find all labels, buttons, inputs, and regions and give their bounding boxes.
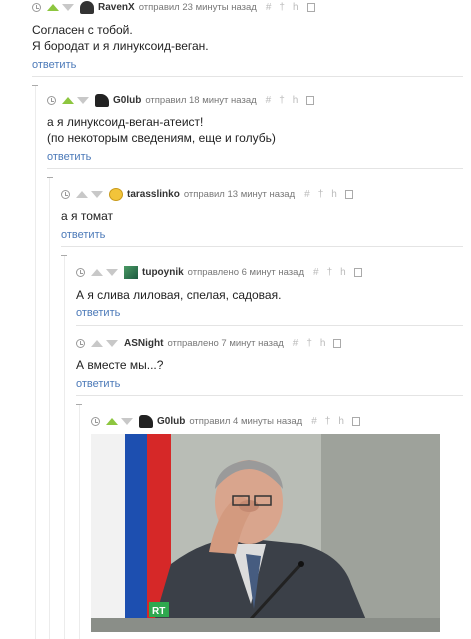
upvote-icon[interactable] — [76, 190, 88, 198]
save-icon[interactable] — [351, 416, 360, 426]
downvote-icon[interactable] — [62, 3, 74, 11]
hash-icon[interactable]: # — [311, 416, 317, 427]
upvote-icon[interactable] — [91, 268, 103, 276]
collapse-icon[interactable] — [32, 85, 38, 86]
reply-link[interactable]: ответить — [47, 151, 91, 163]
hash-icon[interactable]: # — [293, 338, 299, 349]
h-icon[interactable]: h — [338, 416, 344, 427]
reply-link[interactable]: ответить — [76, 378, 120, 390]
h-icon[interactable]: h — [293, 95, 299, 106]
dagger-icon[interactable]: † — [327, 267, 333, 278]
dagger-icon[interactable]: † — [279, 95, 285, 106]
collapse-icon[interactable] — [61, 255, 67, 256]
clock-icon[interactable] — [47, 95, 56, 105]
reply-link[interactable]: ответить — [76, 307, 120, 319]
comment-meta: отправил 23 минуты назад — [138, 1, 257, 13]
comment-meta: отправлено 7 минут назад — [167, 337, 284, 349]
thread-line — [35, 86, 36, 639]
username[interactable]: G0lub — [113, 95, 141, 106]
username[interactable]: ASNight — [124, 338, 163, 349]
divider — [76, 395, 463, 396]
thread-line — [79, 404, 80, 639]
comment-meta: отправил 13 минут назад — [183, 188, 296, 200]
username[interactable]: G0lub — [157, 416, 185, 427]
thread-line — [64, 256, 65, 639]
save-icon[interactable] — [353, 267, 362, 277]
comment-text-line: а я томат — [61, 209, 114, 223]
collapse-icon[interactable] — [47, 177, 53, 178]
comment-text-line: а я линуксоид-веган-атеист! — [47, 115, 204, 129]
downvote-icon[interactable] — [91, 190, 103, 198]
divider — [76, 325, 463, 326]
divider — [32, 76, 463, 77]
downvote-icon[interactable] — [121, 417, 133, 425]
comment-text-line: А я слива лиловая, спелая, садовая. — [76, 288, 282, 302]
divider — [47, 168, 463, 169]
username[interactable]: RavenX — [98, 2, 135, 13]
hash-icon[interactable]: # — [266, 2, 272, 13]
comment-meta: отправил 4 минуты назад — [189, 415, 303, 427]
comment-meta: отправил 18 минут назад — [145, 94, 257, 106]
comment-text-line: Я бородат и я линуксоид-веган. — [32, 39, 209, 53]
comment-text-line: (по некоторым сведениям, еще и голубь) — [47, 131, 276, 145]
avatar[interactable] — [124, 265, 138, 279]
upvote-icon[interactable] — [106, 417, 118, 425]
save-icon[interactable] — [344, 189, 353, 199]
downvote-icon[interactable] — [106, 339, 118, 347]
upvote-icon[interactable] — [91, 339, 103, 347]
dagger-icon[interactable]: † — [306, 338, 312, 349]
upvote-icon[interactable] — [62, 96, 74, 104]
comment-text-line: Согласен с тобой. — [32, 23, 133, 37]
reply-link[interactable]: ответить — [32, 59, 76, 71]
comment-meta: отправлено 6 минут назад — [187, 266, 304, 278]
avatar[interactable] — [139, 414, 153, 428]
save-icon[interactable] — [306, 95, 315, 105]
comment-text-line: А вместе мы...? — [76, 358, 164, 372]
clock-icon[interactable] — [76, 338, 85, 348]
downvote-icon[interactable] — [77, 96, 89, 104]
avatar[interactable] — [109, 187, 123, 201]
username[interactable]: tarasslinko — [127, 189, 180, 200]
downvote-icon[interactable] — [106, 268, 118, 276]
upvote-icon[interactable] — [47, 3, 59, 11]
divider — [61, 246, 463, 247]
username[interactable]: tupoynik — [142, 267, 184, 278]
h-icon[interactable]: h — [340, 267, 346, 278]
dagger-icon[interactable]: † — [279, 2, 285, 13]
clock-icon[interactable] — [91, 416, 100, 426]
h-icon[interactable]: h — [331, 189, 337, 200]
dagger-icon[interactable]: † — [318, 189, 324, 200]
save-icon[interactable] — [306, 2, 315, 12]
avatar[interactable] — [95, 93, 109, 107]
clock-icon[interactable] — [61, 189, 70, 199]
h-icon[interactable]: h — [293, 2, 299, 13]
hash-icon[interactable]: # — [304, 189, 310, 200]
clock-icon[interactable] — [76, 267, 85, 277]
avatar[interactable] — [80, 0, 94, 14]
reply-link[interactable]: ответить — [61, 229, 105, 241]
dagger-icon[interactable]: † — [325, 416, 331, 427]
h-icon[interactable]: h — [320, 338, 326, 349]
hash-icon[interactable]: # — [266, 95, 272, 106]
rt-badge: RT — [152, 606, 165, 617]
thread-line — [49, 178, 50, 639]
collapse-icon[interactable] — [76, 404, 82, 405]
press-conference-photo: RT — [91, 434, 440, 632]
save-icon[interactable] — [333, 338, 342, 348]
comment-image: RT — [91, 434, 440, 632]
hash-icon[interactable]: # — [313, 267, 319, 278]
clock-icon[interactable] — [32, 2, 41, 12]
